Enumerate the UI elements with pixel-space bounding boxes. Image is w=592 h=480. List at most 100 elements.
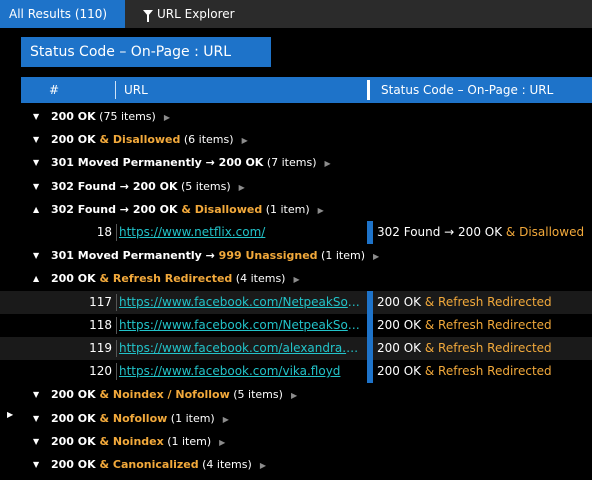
group-flag: & Refresh Redirected [95, 272, 233, 286]
table-row[interactable]: 119 https://www.facebook.com/alexandra.ma… [0, 337, 592, 360]
cell-divider [116, 316, 117, 334]
group-label: 200 OK & Canonicalized (4 items) ▶ [51, 453, 266, 477]
tab-all-results[interactable]: All Results (110) [0, 0, 125, 28]
url-link[interactable]: https://www.facebook.com/NetpeakSoftware [119, 314, 363, 337]
group-status: 301 Moved Permanently → 200 OK [51, 156, 264, 170]
expand-arrow-icon[interactable]: ▼ [33, 175, 43, 198]
status-cell: 302 Found → 200 OK & Disallowed [377, 221, 584, 244]
group-row[interactable]: ▲ 302 Found → 200 OK & Disallowed (1 item… [0, 198, 592, 221]
group-status: 200 OK [51, 110, 96, 123]
status-cell: 200 OK & Refresh Redirected [377, 337, 552, 360]
status-main: 200 OK [377, 341, 422, 355]
expand-arrow-icon[interactable]: ▼ [33, 244, 43, 267]
group-row[interactable]: ▼ 301 Moved Permanently → 999 Unassigned … [0, 244, 592, 267]
url-link[interactable]: https://www.facebook.com/vika.floyd [119, 360, 363, 383]
row-number: 120 [89, 364, 112, 379]
tab-url-explorer-label: URL Explorer [157, 7, 235, 21]
group-label: 200 OK (75 items) ▶ [51, 105, 170, 129]
group-row[interactable]: ▲ 200 OK & Refresh Redirected (4 items) ▶ [0, 267, 592, 290]
group-count: (6 items) [180, 133, 234, 147]
group-flag: 999 Unassigned [218, 249, 318, 263]
group-row[interactable]: ▼ 200 OK & Nofollow (1 item) ▶ [0, 407, 592, 430]
collapse-arrow-icon[interactable]: ▲ [33, 267, 43, 290]
chevron-right-icon: ▶ [317, 205, 324, 215]
group-label: 302 Found → 200 OK (5 items) ▶ [51, 175, 245, 199]
status-cell-marker [367, 360, 373, 384]
group-row[interactable]: ▼ 301 Moved Permanently → 200 OK (7 items… [0, 151, 592, 174]
expand-arrow-icon[interactable]: ▼ [33, 151, 43, 174]
group-count: (5 items) [177, 179, 231, 193]
group-label: 200 OK & Noindex (1 item) ▶ [51, 430, 225, 454]
chevron-right-icon: ▶ [163, 113, 170, 122]
group-by-label: Status Code – On-Page : URL [30, 44, 232, 60]
group-row[interactable]: ▼ 200 OK (75 items) ▶ [0, 105, 592, 128]
group-label: 200 OK & Refresh Redirected (4 items) ▶ [51, 267, 300, 291]
url-link[interactable]: https://www.netflix.com/ [119, 221, 363, 244]
group-status: 200 OK [51, 434, 96, 448]
status-cell-marker [367, 337, 373, 360]
collapse-arrow-icon[interactable]: ▲ [33, 198, 43, 221]
chevron-right-icon: ▶ [219, 437, 226, 447]
group-row[interactable]: ▼ 302 Found → 200 OK (5 items) ▶ [0, 175, 592, 198]
expand-arrow-icon[interactable]: ▼ [33, 128, 43, 151]
table-row[interactable]: 117 https://www.facebook.com/NetpeakSoftw… [0, 290, 592, 314]
table-row[interactable]: 118 https://www.facebook.com/NetpeakSoftw… [0, 313, 592, 337]
table-header: # URL Status Code – On-Page : URL [21, 77, 592, 103]
status-flag: & Disallowed [502, 225, 585, 239]
expand-arrow-icon[interactable]: ▼ [33, 453, 43, 476]
group-flag: & Disallowed [95, 133, 181, 147]
status-cell: 200 OK & Refresh Redirected [377, 360, 552, 383]
status-cell-marker [367, 221, 373, 244]
status-cell-marker [367, 313, 373, 337]
group-flag: & Canonicalized [95, 458, 199, 471]
url-link[interactable]: https://www.facebook.com/alexandra.march… [119, 337, 363, 360]
status-cell-marker [367, 290, 373, 314]
group-row[interactable]: ▼ 200 OK & Noindex (1 item) ▶ [0, 430, 592, 453]
expand-arrow-icon[interactable]: ▼ [33, 407, 43, 430]
cell-divider [116, 224, 117, 241]
group-count: (5 items) [229, 388, 283, 402]
status-main: 200 OK [377, 317, 422, 332]
expand-arrow-icon[interactable]: ▼ [33, 105, 43, 128]
column-header-status[interactable]: Status Code – On-Page : URL [381, 77, 553, 103]
status-flag: & Refresh Redirected [421, 341, 552, 355]
chevron-right-icon: ▶ [293, 275, 300, 285]
group-row[interactable]: ▼ 200 OK & Canonicalized (4 items) ▶ [0, 453, 592, 476]
group-count: (1 item) [262, 202, 310, 216]
table-row[interactable]: 120 https://www.facebook.com/vika.floyd 20… [0, 360, 592, 384]
row-indicator-arrow-icon: ▶ [7, 410, 14, 419]
column-header-url[interactable]: URL [124, 77, 148, 103]
group-flag: & Noindex [95, 434, 164, 448]
table-row[interactable]: 18 https://www.netflix.com/302 Found → 20… [0, 221, 592, 244]
expand-arrow-icon[interactable]: ▼ [33, 383, 43, 406]
group-flag: & Nofollow [95, 411, 168, 425]
status-main: 200 OK [377, 294, 422, 309]
cell-divider [116, 363, 117, 381]
cell-divider [116, 340, 117, 357]
group-by-chip[interactable]: Status Code – On-Page : URL [21, 37, 271, 67]
tab-bar: All Results (110) URL Explorer [0, 0, 592, 28]
status-flag: & Refresh Redirected [421, 317, 552, 332]
column-resize-handle[interactable] [367, 80, 370, 100]
expand-arrow-icon[interactable]: ▼ [33, 430, 43, 453]
group-status: 301 Moved Permanently → [51, 249, 219, 263]
row-number: 118 [89, 317, 112, 332]
column-header-number[interactable]: # [49, 77, 59, 103]
chevron-right-icon: ▶ [324, 159, 331, 169]
filter-funnel-icon [143, 10, 153, 22]
status-cell: 200 OK & Refresh Redirected [377, 291, 552, 314]
status-flag: & Refresh Redirected [421, 294, 552, 309]
group-count: (4 items) [198, 458, 252, 471]
tab-url-explorer[interactable]: URL Explorer [125, 0, 235, 28]
column-divider[interactable] [115, 81, 116, 99]
url-link[interactable]: https://www.facebook.com/NetpeakSoftware [119, 291, 363, 314]
group-count: (4 items) [232, 272, 286, 286]
group-row[interactable]: ▼ 200 OK & Noindex / Nofollow (5 items) ▶ [0, 383, 592, 406]
row-number: 117 [89, 294, 112, 309]
group-count: (75 items) [95, 110, 156, 123]
group-row[interactable]: ▼ 200 OK & Disallowed (6 items) ▶ [0, 128, 592, 151]
status-main: 302 Found → 200 OK [377, 225, 503, 239]
chevron-right-icon: ▶ [238, 182, 245, 192]
group-status: 200 OK [51, 388, 96, 402]
group-label: 301 Moved Permanently → 200 OK (7 items)… [51, 151, 331, 175]
